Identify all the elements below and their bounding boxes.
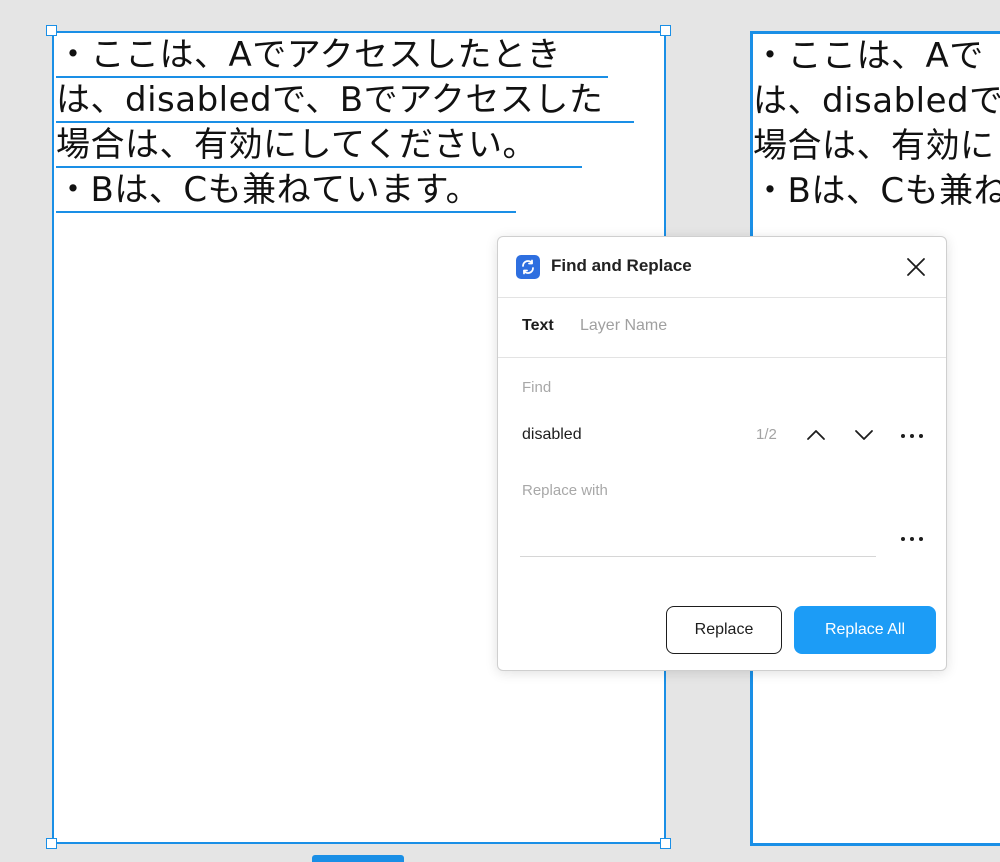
resize-handle-top-right[interactable] xyxy=(660,25,671,36)
text-line-content: は、disabledで xyxy=(753,81,1000,121)
line-underline xyxy=(56,211,516,213)
tab-layer-name[interactable]: Layer Name xyxy=(580,317,667,335)
previous-match-button[interactable] xyxy=(802,421,830,449)
text-line-content: ・Bは、Cも兼ね xyxy=(753,171,1000,211)
resize-handle-bottom-left[interactable] xyxy=(46,838,57,849)
resize-handle-top-left[interactable] xyxy=(46,25,57,36)
resize-handle-bottom-right[interactable] xyxy=(660,838,671,849)
text-line: は、disabledで、Bでアクセスした xyxy=(56,78,634,123)
more-horizontal-icon xyxy=(901,537,923,541)
search-mode-tabs: Text Layer Name xyxy=(498,298,946,358)
next-match-button[interactable] xyxy=(850,421,878,449)
text-line: 場合は、有効に xyxy=(753,124,1000,169)
find-label: Find xyxy=(522,379,552,396)
text-line: ・ここは、Aで xyxy=(753,34,1000,79)
frame-size-label xyxy=(312,855,404,862)
replace-label: Replace with xyxy=(522,482,608,499)
text-line: ・ここは、Aでアクセスしたとき xyxy=(56,33,608,78)
text-line-content: 場合は、有効にしてください。 xyxy=(56,125,537,165)
close-button[interactable] xyxy=(902,253,930,281)
replace-options-button[interactable] xyxy=(898,524,926,552)
more-horizontal-icon xyxy=(901,434,923,438)
replace-all-button[interactable]: Replace All xyxy=(794,606,936,654)
match-count: 1/2 xyxy=(756,426,777,443)
text-line-content: ・ここは、Aで xyxy=(753,36,984,76)
text-line: は、disabledで xyxy=(753,79,1000,124)
replace-button[interactable]: Replace xyxy=(666,606,782,654)
text-line-content: ・Bは、Cも兼ねています。 xyxy=(56,170,481,210)
text-line: 場合は、有効にしてください。 xyxy=(56,123,603,168)
text-line-content: 場合は、有効に xyxy=(753,126,995,166)
find-replace-app-icon xyxy=(516,255,540,279)
text-line: ・Bは、Cも兼ねています。 xyxy=(56,168,603,213)
chevron-down-icon xyxy=(855,430,873,440)
dialog-title: Find and Replace xyxy=(551,256,692,275)
chevron-up-icon xyxy=(807,430,825,440)
find-input[interactable] xyxy=(522,423,742,447)
tab-text[interactable]: Text xyxy=(522,317,554,335)
replace-input[interactable] xyxy=(520,523,876,557)
close-icon xyxy=(907,258,925,276)
text-line: ・Bは、Cも兼ね xyxy=(753,169,1000,214)
dialog-header: Find and Replace xyxy=(498,237,946,298)
find-replace-dialog: Find and Replace Text Layer Name Find 1/… xyxy=(497,236,947,671)
text-line-content: は、disabledで、Bでアクセスした xyxy=(56,80,604,120)
text-layer[interactable]: ・ここは、Aで は、disabledで 場合は、有効に ・Bは、Cも兼ね xyxy=(753,34,1000,214)
text-layer[interactable]: ・ここは、Aでアクセスしたとき は、disabledで、Bでアクセスした 場合は… xyxy=(56,33,634,213)
text-line-content: ・ここは、Aでアクセスしたとき xyxy=(56,35,562,75)
find-options-button[interactable] xyxy=(898,421,926,449)
